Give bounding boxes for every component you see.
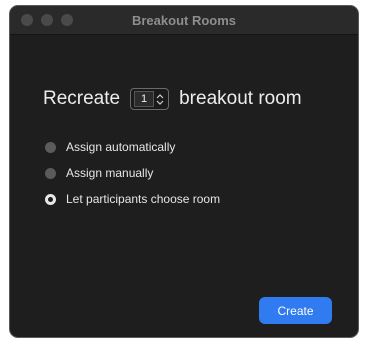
radio-assign-automatically[interactable] (45, 141, 56, 153)
option-assign-manually[interactable]: Assign manually (45, 160, 220, 186)
breakout-rooms-window: Breakout Rooms Recreate 1 breakout room … (9, 5, 359, 338)
window-title: Breakout Rooms (131, 13, 237, 28)
room-count-stepper[interactable]: 1 (130, 88, 170, 110)
assignment-options: Assign automatically Assign manually Let… (45, 134, 220, 212)
up-down-stepper-icon[interactable] (155, 91, 165, 107)
option-label: Assign manually (66, 166, 154, 180)
option-let-participants-choose[interactable]: Let participants choose room (45, 186, 220, 212)
room-count-input[interactable]: 1 (134, 91, 155, 107)
radio-assign-manually[interactable] (45, 167, 56, 179)
option-label: Assign automatically (66, 140, 176, 154)
recreate-row: Recreate 1 breakout room (43, 88, 302, 110)
create-button[interactable]: Create (259, 297, 332, 324)
title-bar: Breakout Rooms (10, 6, 358, 35)
option-label: Let participants choose room (66, 192, 221, 206)
option-assign-automatically[interactable]: Assign automatically (45, 134, 220, 160)
radio-let-participants-choose[interactable] (45, 193, 56, 205)
breakout-room-label: breakout room (179, 88, 302, 109)
recreate-label: Recreate (43, 88, 121, 109)
